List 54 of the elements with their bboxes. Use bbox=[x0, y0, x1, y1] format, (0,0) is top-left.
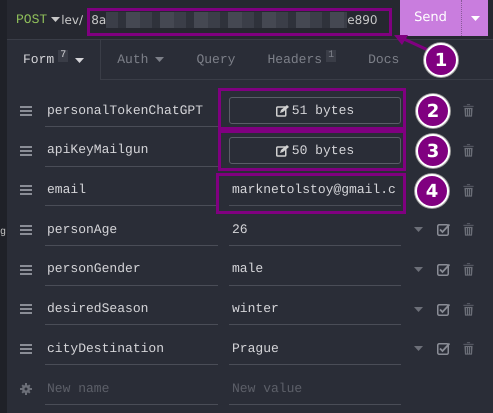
url-text[interactable]: lev/ bbox=[61, 10, 82, 28]
param-value-field[interactable]: winter bbox=[229, 293, 401, 326]
trash-icon[interactable] bbox=[463, 223, 474, 236]
drag-handle-icon[interactable] bbox=[20, 185, 32, 196]
drag-handle-icon[interactable] bbox=[20, 146, 32, 156]
caret-icon bbox=[51, 17, 60, 22]
edit-value-button[interactable]: 50 bytes bbox=[229, 137, 401, 164]
edit-value-button[interactable]: 51 bytes bbox=[229, 97, 401, 124]
trash-icon[interactable] bbox=[463, 104, 474, 118]
param-value-field[interactable]: 26 bbox=[229, 214, 401, 246]
checked-checkbox-icon[interactable] bbox=[437, 223, 450, 236]
url-text[interactable]: e890 bbox=[347, 14, 378, 26]
method-dropdown[interactable]: POST bbox=[7, 10, 48, 30]
number-marker: 1 bbox=[424, 43, 458, 77]
checked-checkbox-icon[interactable] bbox=[437, 263, 450, 276]
param-name-field[interactable]: personAge bbox=[45, 214, 218, 246]
drag-handle-icon[interactable] bbox=[20, 304, 32, 314]
dropdown-caret-icon bbox=[414, 306, 423, 312]
param-value-field[interactable]: marknetolstoy@gmail.c bbox=[229, 174, 401, 206]
number-marker: 4 bbox=[415, 174, 449, 208]
drag-handle-icon[interactable] bbox=[20, 106, 32, 116]
param-value-field[interactable]: Prague bbox=[229, 332, 401, 365]
drag-handle-icon[interactable] bbox=[20, 224, 32, 235]
send-options-button[interactable] bbox=[462, 0, 488, 36]
trash-icon[interactable] bbox=[463, 184, 474, 197]
drag-handle-icon[interactable] bbox=[20, 264, 32, 275]
param-name-field[interactable]: personGender bbox=[45, 254, 218, 286]
url-text[interactable]: 8a bbox=[91, 14, 106, 26]
number-marker: 2 bbox=[416, 94, 450, 128]
dropdown-caret-icon bbox=[414, 267, 423, 272]
sidebar-text: g bbox=[0, 228, 7, 238]
param-value-field[interactable]: male bbox=[229, 254, 401, 286]
dropdown-caret-icon bbox=[414, 227, 423, 232]
edit-icon bbox=[276, 144, 289, 157]
edit-icon bbox=[276, 104, 289, 117]
trash-icon[interactable] bbox=[463, 302, 474, 316]
tab[interactable]: Form 7 bbox=[7, 40, 102, 80]
param-name-field[interactable]: personalTokenChatGPT bbox=[45, 94, 218, 127]
checked-checkbox-icon[interactable] bbox=[437, 342, 450, 356]
param-name-field[interactable]: desiredSeason bbox=[45, 293, 218, 326]
trash-icon[interactable] bbox=[463, 263, 474, 276]
gear-icon bbox=[20, 382, 32, 395]
trash-icon[interactable] bbox=[463, 144, 474, 158]
caret-icon bbox=[470, 16, 480, 20]
param-name-field[interactable]: cityDestination bbox=[45, 332, 218, 365]
dropdown-caret-icon bbox=[414, 346, 423, 352]
count-badge: 1 bbox=[326, 50, 336, 62]
param-name-field[interactable]: apiKeyMailgun bbox=[45, 134, 218, 167]
trash-icon[interactable] bbox=[463, 342, 474, 356]
count-badge: 7 bbox=[58, 50, 68, 62]
checked-checkbox-icon[interactable] bbox=[437, 302, 450, 316]
drag-handle-icon[interactable] bbox=[20, 344, 32, 354]
number-marker: 3 bbox=[416, 134, 450, 168]
param-name-field[interactable]: email bbox=[45, 174, 218, 206]
